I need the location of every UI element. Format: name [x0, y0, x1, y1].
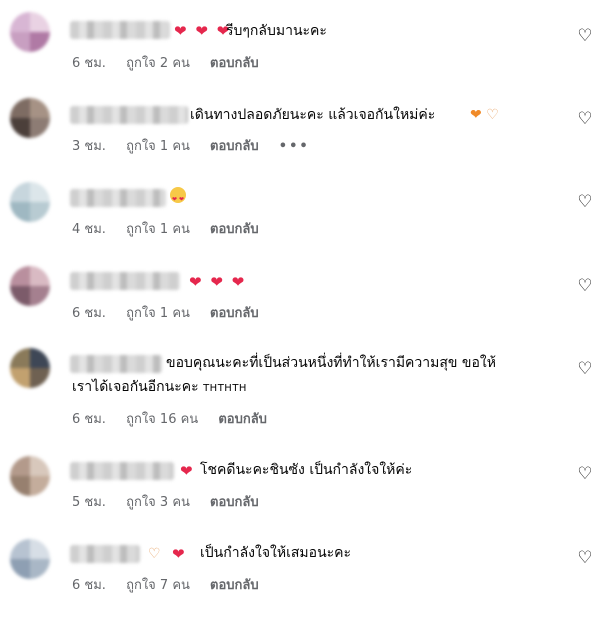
comment-meta: 6 ชม. ถูกใจ 1 คน ตอบกลับ [72, 302, 275, 323]
comment-text: เดินทางปลอดภัยนะคะ แล้วเจอกันใหม่ค่ะ [190, 107, 436, 123]
avatar[interactable] [10, 12, 50, 52]
comment-text: ขอบคุณนะคะที่เป็นส่วนหนึ่งที่ทำให้เรามีค… [166, 355, 496, 371]
emoji-hearts: ❤ [180, 462, 195, 480]
comment-time: 4 ชม. [72, 222, 106, 237]
heart-outline-icon[interactable]: ♡ [576, 110, 594, 128]
comment-time: 6 ชม. [72, 306, 106, 321]
reply-button[interactable]: ตอบกลับ [210, 578, 259, 593]
like-count[interactable]: ถูกใจ 1 คน [126, 306, 190, 321]
comment-time: 3 ชม. [72, 139, 106, 154]
reply-button[interactable]: ตอบกลับ [210, 139, 259, 154]
emoji-hands: ♡ [148, 546, 161, 562]
reply-button[interactable]: ตอบกลับ [210, 306, 259, 321]
heart-outline-icon[interactable]: ♡ [576, 27, 594, 45]
heart-outline-icon[interactable]: ♡ [576, 360, 594, 378]
heart-outline-icon[interactable]: ♡ [576, 465, 594, 483]
avatar[interactable] [10, 266, 50, 306]
comment-meta: 6 ชม. ถูกใจ 16 คน ตอบกลับ [72, 408, 283, 429]
heart-outline-icon[interactable]: ♡ [576, 549, 594, 567]
emoji-hearts: ❤ ❤ ❤ [174, 22, 232, 40]
comment-meta: 6 ชม. ถูกใจ 2 คน ตอบกลับ [72, 52, 275, 73]
avatar[interactable] [10, 456, 50, 496]
comment-time: 6 ชม. [72, 578, 106, 593]
reply-button[interactable]: ตอบกลับ [210, 495, 259, 510]
avatar[interactable] [10, 182, 50, 222]
like-count[interactable]: ถูกใจ 1 คน [126, 139, 190, 154]
emoji-heart-eyes [170, 186, 186, 211]
comment-time: 6 ชม. [72, 56, 106, 71]
reply-button[interactable]: ตอบกลับ [218, 412, 267, 427]
like-count[interactable]: ถูกใจ 3 คน [126, 495, 190, 510]
commenter-name[interactable] [70, 462, 174, 480]
comment-meta: 5 ชม. ถูกใจ 3 คน ตอบกลับ [72, 491, 275, 512]
comment-text: เป็นกำลังใจให้เสมอนะคะ [200, 545, 352, 561]
like-count[interactable]: ถูกใจ 16 คน [126, 412, 198, 427]
emoji-suffix: ❤ ♡ [470, 107, 499, 123]
emoji-hearts: ❤ ❤ ❤ [189, 273, 247, 291]
comment-meta: 3 ชม. ถูกใจ 1 คน ตอบกลับ ••• [72, 135, 326, 156]
like-count[interactable]: ถูกใจ 1 คน [126, 222, 190, 237]
heart-outline-icon[interactable]: ♡ [576, 277, 594, 295]
commenter-name[interactable] [70, 106, 188, 124]
comment-time: 5 ชม. [72, 495, 106, 510]
avatar[interactable] [10, 348, 50, 388]
reply-button[interactable]: ตอบกลับ [210, 222, 259, 237]
commenter-name[interactable] [70, 21, 170, 39]
commenter-name[interactable] [70, 272, 180, 290]
emoji-hearts: ❤ [172, 545, 187, 563]
avatar[interactable] [10, 539, 50, 579]
comment-text: รีบๆกลับมานะคะ [226, 23, 327, 39]
avatar[interactable] [10, 98, 50, 138]
reply-button[interactable]: ตอบกลับ [210, 56, 259, 71]
comment-text: โชคดีนะคะชินซัง เป็นกำลังใจให้ค่ะ [200, 462, 413, 478]
comment-time: 6 ชม. [72, 412, 106, 427]
like-count[interactable]: ถูกใจ 7 คน [126, 578, 190, 593]
comment-text-line2: เราได้เจอกันอีกนะคะ THTHTH [72, 379, 247, 395]
like-count[interactable]: ถูกใจ 2 คน [126, 56, 190, 71]
comment-meta: 4 ชม. ถูกใจ 1 คน ตอบกลับ [72, 218, 275, 239]
commenter-name[interactable] [70, 355, 162, 373]
commenter-name[interactable] [70, 545, 140, 563]
commenter-name[interactable] [70, 189, 166, 207]
heart-outline-icon[interactable]: ♡ [576, 193, 594, 211]
more-options-icon[interactable]: ••• [279, 139, 310, 154]
comment-meta: 6 ชม. ถูกใจ 7 คน ตอบกลับ [72, 574, 275, 595]
